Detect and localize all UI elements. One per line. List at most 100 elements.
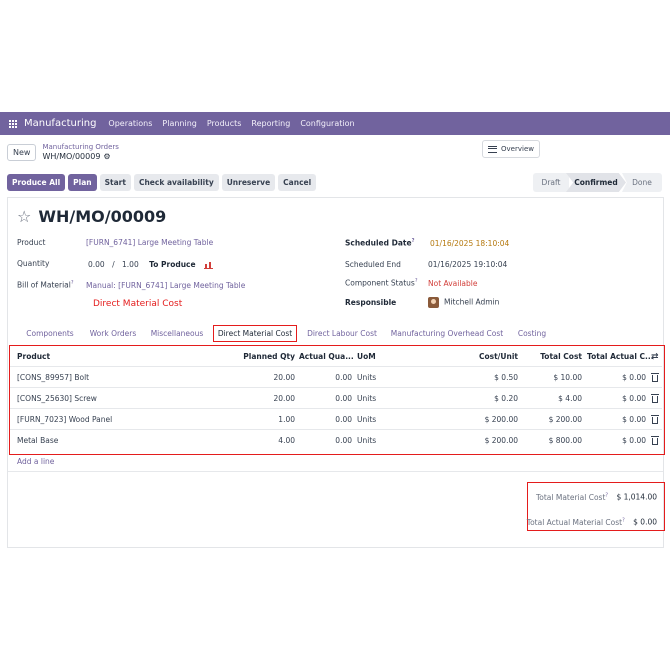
total-actual-cost-label: Total Actual Material Cost? (526, 517, 625, 527)
breadcrumb-parent[interactable]: Manufacturing Orders (42, 143, 118, 152)
total-actual-help-icon[interactable]: ? (622, 517, 625, 523)
breadcrumb: Manufacturing Orders WH/MO/00009 ⚙ (42, 143, 118, 161)
tab-manufacturing-overhead-cost[interactable]: Manufacturing Overhead Cost (388, 325, 506, 342)
unreserve-button[interactable]: Unreserve (221, 174, 276, 191)
apps-grid-icon[interactable] (8, 119, 17, 128)
scheduled-end-field[interactable]: 01/16/2025 19:10:04 (428, 260, 507, 269)
table-row[interactable]: Metal Base 4.00 0.00 Units $ 200.00 $ 80… (10, 430, 662, 451)
col-total-actual-cost[interactable]: Total Actual C... (587, 346, 654, 367)
cell-product: [CONS_25630] Screw (17, 394, 97, 403)
nav-reporting[interactable]: Reporting (251, 119, 290, 128)
cell-total-cost: $ 4.00 (558, 394, 582, 403)
page-title: WH/MO/00009 (38, 207, 167, 226)
total-actual-material-cost: Total Actual Material Cost? $ 0.00 (527, 517, 657, 527)
control-panel: New Manufacturing Orders WH/MO/00009 ⚙ O… (0, 135, 670, 169)
status-done[interactable]: Done (622, 173, 662, 192)
scheduled-date-field[interactable]: 01/16/2025 18:10:04 (430, 239, 509, 248)
action-bar: Produce All Plan Start Check availabilit… (7, 174, 319, 191)
cell-total-cost: $ 200.00 (548, 415, 582, 424)
tab-components[interactable]: Components (20, 325, 80, 342)
status-confirmed[interactable]: Confirmed (566, 173, 626, 192)
component-status-help-icon[interactable]: ? (415, 278, 418, 284)
cell-product: Metal Base (17, 436, 59, 445)
column-toggle-icon[interactable]: ⇄ (651, 346, 659, 367)
cell-cost-unit: $ 200.00 (484, 436, 518, 445)
delete-row-button[interactable] (651, 430, 659, 451)
total-actual-cost-value: $ 0.00 (633, 517, 657, 527)
table-row[interactable]: [CONS_89957] Bolt 20.00 0.00 Units $ 0.5… (10, 367, 662, 388)
col-total-cost[interactable]: Total Cost (524, 346, 582, 367)
scheduled-date-help-icon[interactable]: ? (412, 238, 415, 244)
nav-configuration[interactable]: Configuration (300, 119, 354, 128)
quantity-total[interactable]: 1.00 (122, 260, 139, 269)
trash-icon (651, 436, 659, 445)
overview-button[interactable]: Overview (482, 140, 540, 158)
responsible-field[interactable]: Mitchell Admin (428, 297, 499, 308)
nav-operations[interactable]: Operations (108, 119, 152, 128)
cell-total-actual-cost: $ 0.00 (622, 415, 646, 424)
total-material-help-icon[interactable]: ? (605, 492, 608, 498)
produce-all-button[interactable]: Produce All (7, 174, 66, 191)
scheduled-date-label-text: Scheduled Date (345, 238, 412, 248)
check-availability-button[interactable]: Check availability (133, 174, 219, 191)
component-status-label: Component Status? (345, 278, 417, 288)
cell-total-actual-cost: $ 0.00 (622, 373, 646, 382)
cell-total-cost: $ 10.00 (553, 373, 582, 382)
start-button[interactable]: Start (99, 174, 131, 191)
responsible-label: Responsible (345, 298, 397, 307)
cell-uom: Units (357, 373, 377, 382)
scheduled-date-label: Scheduled Date? (345, 238, 414, 248)
divider (8, 471, 663, 472)
status-draft[interactable]: Draft (533, 173, 569, 192)
bom-field[interactable]: Manual: [FURN_6741] Large Meeting Table (86, 281, 245, 290)
tab-direct-labour-cost[interactable]: Direct Labour Cost (305, 325, 379, 342)
plan-button[interactable]: Plan (68, 174, 97, 191)
delete-row-button[interactable] (651, 388, 659, 409)
total-actual-cost-label-text: Total Actual Material Cost (526, 517, 623, 527)
delete-row-button[interactable] (651, 409, 659, 430)
tab-work-orders[interactable]: Work Orders (85, 325, 141, 342)
table-row[interactable]: [FURN_7023] Wood Panel 1.00 0.00 Units $… (10, 409, 662, 430)
nav-planning[interactable]: Planning (162, 119, 196, 128)
cell-uom: Units (357, 415, 377, 424)
scheduled-end-label: Scheduled End (345, 260, 401, 269)
cell-actual-qty: 0.00 (335, 436, 352, 445)
app-brand[interactable]: Manufacturing (24, 118, 96, 129)
forecast-chart-icon[interactable] (203, 261, 213, 269)
form-sheet: ☆ WH/MO/00009 Product [FURN_6741] Large … (7, 197, 665, 548)
nav-products[interactable]: Products (207, 119, 242, 128)
col-product[interactable]: Product (17, 346, 50, 367)
add-line-link[interactable]: Add a line (17, 457, 54, 466)
tab-costing[interactable]: Costing (513, 325, 551, 342)
table-row[interactable]: [CONS_25630] Screw 20.00 0.00 Units $ 0.… (10, 388, 662, 409)
cancel-button[interactable]: Cancel (278, 174, 317, 191)
gear-icon[interactable]: ⚙ (103, 152, 110, 161)
tab-miscellaneous[interactable]: Miscellaneous (147, 325, 207, 342)
cell-planned-qty: 4.00 (278, 436, 295, 445)
bom-help-icon[interactable]: ? (71, 280, 74, 286)
overview-label: Overview (501, 145, 534, 153)
totals-box: Total Material Cost? $ 1,014.00 Total Ac… (527, 482, 665, 531)
cell-cost-unit: $ 0.20 (494, 394, 518, 403)
component-status-value: Not Available (428, 279, 478, 288)
col-cost-unit[interactable]: Cost/Unit (458, 346, 518, 367)
star-icon[interactable]: ☆ (17, 207, 31, 226)
total-material-cost-label: Total Material Cost? (536, 492, 608, 502)
cell-actual-qty: 0.00 (335, 415, 352, 424)
new-button[interactable]: New (7, 143, 37, 161)
trash-icon (651, 373, 659, 382)
responsible-name: Mitchell Admin (444, 297, 500, 307)
breadcrumb-current-label: WH/MO/00009 (42, 152, 101, 161)
col-uom[interactable]: UoM (357, 346, 376, 367)
total-material-cost-value: $ 1,014.00 (616, 492, 657, 502)
product-field[interactable]: [FURN_6741] Large Meeting Table (86, 238, 213, 247)
breadcrumb-current: WH/MO/00009 ⚙ (42, 152, 118, 161)
quantity-done[interactable]: 0.00 (88, 260, 105, 269)
quantity-separator: / (112, 260, 115, 269)
trash-icon (651, 415, 659, 424)
avatar (428, 297, 439, 308)
delete-row-button[interactable] (651, 367, 659, 388)
col-planned-qty[interactable]: Planned Qty (230, 346, 295, 367)
tab-direct-material-cost[interactable]: Direct Material Cost (213, 325, 297, 342)
col-actual-qty[interactable]: Actual Qua... (299, 346, 354, 367)
